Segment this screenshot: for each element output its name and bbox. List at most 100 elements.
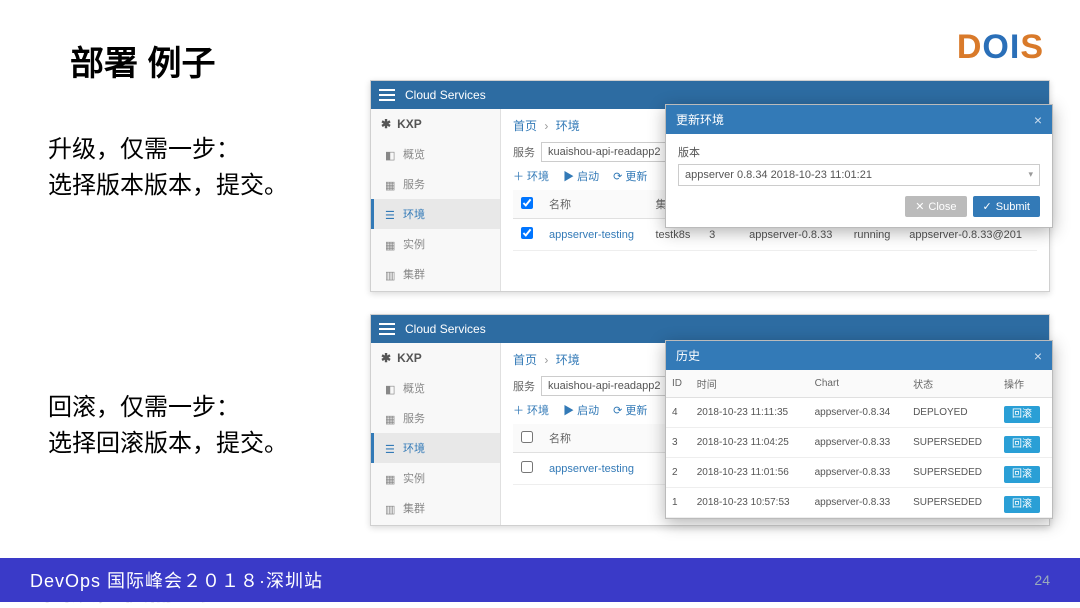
grid-icon: ▦ <box>385 239 395 249</box>
cell-name[interactable]: appserver-testing <box>541 219 647 251</box>
cell-time: 2018-10-23 11:04:25 <box>691 428 809 458</box>
start-button[interactable]: ▶ 启动 <box>563 168 599 184</box>
cell-chart: appserver-0.8.33 <box>809 428 907 458</box>
table-row: 22018-10-23 11:01:56appserver-0.8.33SUPE… <box>666 458 1052 488</box>
modal-title: 更新环境 <box>676 111 724 128</box>
cell-status: SUPERSEDED <box>907 428 998 458</box>
cell-id: 3 <box>666 428 691 458</box>
service-select[interactable]: kuaishou-api-readapp2 <box>541 142 681 162</box>
app-brand: Cloud Services <box>405 88 486 102</box>
close-icon[interactable]: × <box>1034 112 1042 128</box>
grid-icon: ▦ <box>385 179 395 189</box>
topbar: Cloud Services <box>371 315 1049 343</box>
breadcrumb-sep: › <box>544 119 548 133</box>
cell-status: SUPERSEDED <box>907 458 998 488</box>
cell-id: 1 <box>666 488 691 518</box>
breadcrumb-home[interactable]: 首页 <box>513 353 537 367</box>
caption-line: 回滚，仅需一步： <box>48 390 288 426</box>
caption-line: 选择版本版本，提交。 <box>48 168 288 204</box>
cell-id: 2 <box>666 458 691 488</box>
cell-status: DEPLOYED <box>907 398 998 428</box>
table-row: 32018-10-23 11:04:25appserver-0.8.33SUPE… <box>666 428 1052 458</box>
breadcrumb-env[interactable]: 环境 <box>556 119 580 133</box>
row-checkbox[interactable] <box>521 227 533 239</box>
version-label: 版本 <box>678 144 1040 160</box>
sidebar-item-env[interactable]: ☰环境 <box>371 199 500 229</box>
caption-line: 选择回滚版本，提交。 <box>48 426 288 462</box>
menu-icon[interactable] <box>379 89 395 101</box>
service-label: 服务 <box>513 378 535 394</box>
grid-icon: ▦ <box>385 473 395 483</box>
start-button[interactable]: ▶ 启动 <box>563 402 599 418</box>
caption-upgrade: 升级，仅需一步： 选择版本版本，提交。 <box>48 132 288 204</box>
dashboard-icon: ◧ <box>385 149 395 159</box>
sidebar-item-instance[interactable]: ▦实例 <box>371 463 500 493</box>
cell-time: 2018-10-23 11:01:56 <box>691 458 809 488</box>
update-env-modal: 更新环境 × 版本 appserver 0.8.34 2018-10-23 11… <box>665 104 1053 228</box>
rollback-button[interactable]: 回滚 <box>1004 436 1040 453</box>
col-name: 名称 <box>541 190 647 219</box>
slide-title: 部署 例子 <box>70 36 215 85</box>
select-all-checkbox[interactable] <box>521 197 533 209</box>
cell-status: SUPERSEDED <box>907 488 998 518</box>
refresh-button[interactable]: ⟳ 更新 <box>613 168 647 184</box>
add-env-button[interactable]: ＋ 环境 <box>513 402 549 418</box>
breadcrumb-env[interactable]: 环境 <box>556 353 580 367</box>
dois-logo: DOIS <box>957 28 1044 67</box>
breadcrumb-home[interactable]: 首页 <box>513 119 537 133</box>
service-select[interactable]: kuaishou-api-readapp2 <box>541 376 681 396</box>
row-checkbox[interactable] <box>521 461 533 473</box>
rollback-button[interactable]: 回滚 <box>1004 406 1040 423</box>
cell-id: 4 <box>666 398 691 428</box>
org-badge: ✱ KXP <box>371 343 500 373</box>
sidebar-item-env[interactable]: ☰环境 <box>371 433 500 463</box>
col-chart: Chart <box>809 370 907 398</box>
grid-icon: ▥ <box>385 503 395 513</box>
submit-button[interactable]: ✓ Submit <box>973 196 1040 217</box>
list-icon: ☰ <box>385 209 395 219</box>
cell-time: 2018-10-23 11:11:35 <box>691 398 809 428</box>
org-badge: ✱ KXP <box>371 109 500 139</box>
grid-icon: ▦ <box>385 413 395 423</box>
cell-chart: appserver-0.8.33 <box>809 488 907 518</box>
footer-text: DevOps 国际峰会２０１８·深圳站 <box>30 567 323 593</box>
history-table: ID 时间 Chart 状态 操作 42018-10-23 11:11:35ap… <box>666 370 1052 518</box>
sidebar-item-overview[interactable]: ◧概览 <box>371 139 500 169</box>
table-header-row: ID 时间 Chart 状态 操作 <box>666 370 1052 398</box>
sidebar-item-service[interactable]: ▦服务 <box>371 169 500 199</box>
sidebar-item-instance[interactable]: ▦实例 <box>371 229 500 259</box>
caption-rollback: 回滚，仅需一步： 选择回滚版本，提交。 <box>48 390 288 462</box>
sidebar-item-overview[interactable]: ◧概览 <box>371 373 500 403</box>
refresh-button[interactable]: ⟳ 更新 <box>613 402 647 418</box>
sidebar: ✱ KXP ◧概览 ▦服务 ☰环境 ▦实例 ▥集群 <box>371 109 501 291</box>
col-time: 时间 <box>691 370 809 398</box>
modal-title: 历史 <box>676 347 700 364</box>
sidebar: ✱ KXP ◧概览 ▦服务 ☰环境 ▦实例 ▥集群 <box>371 343 501 525</box>
menu-icon[interactable] <box>379 323 395 335</box>
col-op: 操作 <box>998 370 1052 398</box>
history-modal: 历史 × ID 时间 Chart 状态 操作 42018-10-23 11:11… <box>665 340 1053 519</box>
col-status: 状态 <box>907 370 998 398</box>
close-button[interactable]: ✕ Close <box>905 196 966 217</box>
select-all-checkbox[interactable] <box>521 431 533 443</box>
table-row: 12018-10-23 10:57:53appserver-0.8.33SUPE… <box>666 488 1052 518</box>
page-number: 24 <box>1034 572 1050 588</box>
version-select[interactable]: appserver 0.8.34 2018-10-23 11:01:21 <box>678 164 1040 186</box>
grid-icon: ▥ <box>385 269 395 279</box>
cell-chart: appserver-0.8.33 <box>809 458 907 488</box>
app-brand: Cloud Services <box>405 322 486 336</box>
table-row: 42018-10-23 11:11:35appserver-0.8.34DEPL… <box>666 398 1052 428</box>
cell-chart: appserver-0.8.34 <box>809 398 907 428</box>
breadcrumb-sep: › <box>544 353 548 367</box>
list-icon: ☰ <box>385 443 395 453</box>
sidebar-item-cluster[interactable]: ▥集群 <box>371 493 500 523</box>
sidebar-item-service[interactable]: ▦服务 <box>371 403 500 433</box>
rollback-button[interactable]: 回滚 <box>1004 466 1040 483</box>
col-id: ID <box>666 370 691 398</box>
cell-time: 2018-10-23 10:57:53 <box>691 488 809 518</box>
rollback-button[interactable]: 回滚 <box>1004 496 1040 513</box>
sidebar-item-cluster[interactable]: ▥集群 <box>371 259 500 289</box>
dashboard-icon: ◧ <box>385 383 395 393</box>
close-icon[interactable]: × <box>1034 348 1042 364</box>
add-env-button[interactable]: ＋ 环境 <box>513 168 549 184</box>
